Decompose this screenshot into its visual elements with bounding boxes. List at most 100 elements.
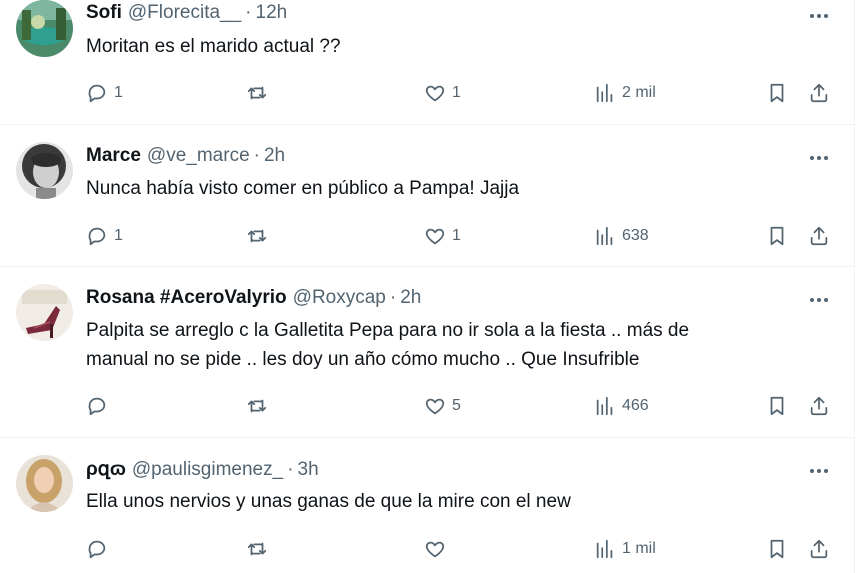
tweet-header: Rosana #AceroValyrio @Roxycap · 2h (86, 287, 421, 309)
retweet-icon (247, 86, 267, 100)
reply-icon (88, 397, 106, 416)
tweet-header: ρզɷ @paulisgimenez_ · 3h (86, 458, 319, 481)
separator-dot: · (253, 145, 260, 166)
separator-dot: · (245, 2, 252, 23)
more-options-icon[interactable] (810, 14, 828, 18)
retweet-button[interactable] (246, 78, 274, 108)
author-handle[interactable]: @ve_marce (147, 145, 250, 167)
tweet-text: Nunca había visto comer en público a Pam… (86, 174, 834, 203)
tweet-text-line: Nunca había visto comer en público a Pam… (86, 178, 520, 199)
retweet-icon (247, 542, 267, 556)
reply-button[interactable]: 1 (86, 78, 123, 108)
analytics-icon (596, 539, 613, 559)
reply-icon (88, 540, 106, 559)
like-button[interactable]: 1 (424, 78, 461, 108)
like-button[interactable]: 5 (424, 391, 461, 421)
timestamp[interactable]: 12h (256, 2, 288, 24)
separator-dot: · (389, 287, 397, 308)
views-button[interactable]: 2 mil (594, 78, 656, 108)
tweet-actions: 5 466 (86, 391, 834, 421)
retweet-button[interactable] (246, 534, 274, 564)
more-options-icon[interactable] (810, 156, 828, 160)
tweet-text: Moritan es el marido actual ?? (86, 32, 834, 61)
tweet-actions: 1 mil (86, 534, 834, 564)
author-handle[interactable]: @Roxycap (293, 287, 386, 309)
tweet-text-line: Ella unos nervios y unas ganas de que la… (86, 491, 571, 512)
bookmark-button[interactable] (766, 534, 788, 564)
reply-button[interactable] (86, 391, 114, 421)
share-button[interactable] (808, 78, 830, 108)
timestamp[interactable]: 2h (400, 287, 421, 309)
author-name[interactable]: Marce (86, 145, 141, 167)
tweet-text-line: Palpita se arreglo c la Galletita Pepa p… (86, 320, 690, 341)
timestamp[interactable]: 2h (264, 145, 285, 167)
share-button[interactable] (808, 221, 830, 251)
views-button[interactable]: 638 (594, 221, 649, 251)
bookmark-button[interactable] (766, 221, 788, 251)
tweet-header: Marce @ve_marce · 2h (86, 145, 285, 167)
tweet[interactable]: ρզɷ @paulisgimenez_ · 3h Ella unos nervi… (0, 438, 854, 573)
tweet-text-line: manual no se pide .. les doy un año cómo… (86, 349, 640, 370)
tweet[interactable]: Rosana #AceroValyrio @Roxycap · 2h Palpi… (0, 267, 854, 438)
tweet-text: Palpita se arreglo c la Galletita Pepa p… (86, 316, 834, 374)
author-name[interactable]: Sofi (86, 2, 122, 24)
avatar[interactable] (16, 0, 73, 57)
share-button[interactable] (808, 534, 830, 564)
author-name[interactable]: ρզɷ (86, 458, 126, 481)
avatar[interactable] (16, 455, 73, 512)
view-count: 638 (622, 227, 649, 244)
tweet-text: Ella unos nervios y unas ganas de que la… (86, 487, 834, 516)
retweet-button[interactable] (246, 391, 274, 421)
tweet[interactable]: Marce @ve_marce · 2h Nunca había visto c… (0, 125, 854, 267)
heart-icon (425, 228, 445, 245)
author-handle[interactable]: @paulisgimenez_ (132, 459, 283, 481)
retweet-icon (247, 229, 267, 243)
share-button[interactable] (808, 391, 830, 421)
bookmark-icon (770, 396, 784, 416)
reply-button[interactable] (86, 534, 114, 564)
bookmark-icon (770, 83, 784, 103)
reply-count: 1 (114, 84, 123, 101)
reply-count: 1 (114, 227, 123, 244)
heart-icon (425, 85, 445, 102)
tweet-text-line: Moritan es el marido actual ?? (86, 36, 341, 57)
more-options-icon[interactable] (810, 298, 828, 302)
view-count: 2 mil (622, 84, 656, 101)
like-button[interactable]: 1 (424, 221, 461, 251)
reply-icon (88, 227, 106, 246)
views-button[interactable]: 1 mil (594, 534, 656, 564)
like-count: 5 (452, 397, 461, 414)
analytics-icon (596, 226, 613, 246)
like-count: 1 (452, 227, 461, 244)
retweet-button[interactable] (246, 221, 274, 251)
bookmark-button[interactable] (766, 391, 788, 421)
avatar[interactable] (16, 142, 73, 199)
separator-dot: · (287, 459, 294, 480)
tweet[interactable]: Sofi @Florecita__ · 12h Moritan es el ma… (0, 0, 854, 125)
reply-button[interactable]: 1 (86, 221, 123, 251)
share-icon (810, 396, 828, 416)
retweet-icon (247, 399, 267, 413)
heart-icon (425, 398, 445, 415)
heart-icon (425, 541, 445, 558)
views-button[interactable]: 466 (594, 391, 649, 421)
like-count: 1 (452, 84, 461, 101)
timestamp[interactable]: 3h (298, 459, 319, 481)
bookmark-icon (770, 539, 784, 559)
avatar[interactable] (16, 284, 73, 341)
like-button[interactable] (424, 534, 452, 564)
tweet-header: Sofi @Florecita__ · 12h (86, 2, 287, 24)
share-icon (810, 83, 828, 103)
view-count: 466 (622, 397, 649, 414)
author-handle[interactable]: @Florecita__ (128, 2, 241, 24)
tweet-feed: Sofi @Florecita__ · 12h Moritan es el ma… (0, 0, 855, 573)
tweet-actions: 1 1 638 (86, 221, 834, 251)
tweet-actions: 1 1 2 mil (86, 78, 834, 108)
analytics-icon (596, 83, 613, 103)
bookmark-button[interactable] (766, 78, 788, 108)
reply-icon (88, 84, 106, 103)
more-options-icon[interactable] (810, 469, 828, 473)
bookmark-icon (770, 226, 784, 246)
view-count: 1 mil (622, 540, 656, 557)
author-name[interactable]: Rosana #AceroValyrio (86, 287, 287, 309)
